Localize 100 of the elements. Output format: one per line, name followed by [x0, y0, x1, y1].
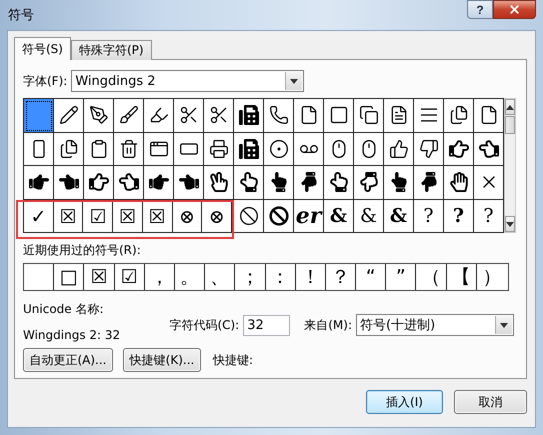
symbol-cell[interactable]: ☒	[113, 202, 143, 233]
symbol-cell[interactable]	[474, 166, 504, 200]
symbol-cell[interactable]	[264, 166, 294, 200]
symbol-cell[interactable]	[234, 200, 264, 233]
symbol-cell[interactable]	[324, 132, 354, 166]
recent-symbol-cell[interactable]: ！	[296, 264, 326, 290]
symbol-cell[interactable]	[264, 132, 294, 166]
symbol-cell[interactable]	[444, 166, 474, 200]
recent-symbol-cell[interactable]: （	[416, 264, 447, 290]
symbol-cell[interactable]	[234, 166, 264, 200]
recent-symbol-cell[interactable]: ；	[235, 264, 266, 290]
tab[interactable]: 符号(S)	[14, 37, 71, 60]
symbol-cell[interactable]	[294, 166, 324, 200]
symbol-cell[interactable]: ?	[414, 200, 444, 233]
thumbs-up-icon	[388, 138, 408, 159]
symbol-cell[interactable]	[144, 132, 174, 166]
symbol-cell[interactable]: ?	[444, 200, 474, 233]
symbol-glyph: ☒	[148, 205, 166, 228]
symbol-cell[interactable]	[84, 166, 114, 200]
recent-symbol-cell[interactable]: ”	[386, 264, 416, 290]
recent-symbol-cell[interactable]: “	[356, 264, 386, 290]
symbol-cell[interactable]: ☑	[83, 202, 114, 233]
symbol-cell[interactable]	[144, 166, 174, 200]
symbol-cell[interactable]	[84, 132, 114, 166]
recent-symbol-cell[interactable]: □	[54, 264, 84, 290]
symbol-cell[interactable]	[354, 166, 384, 200]
symbol-cell[interactable]	[384, 166, 414, 200]
symbol-cell[interactable]	[234, 99, 264, 132]
insert-button[interactable]: 插入(I)	[366, 390, 443, 414]
symbol-cell[interactable]	[24, 132, 54, 166]
symbol-cell[interactable]	[294, 99, 324, 132]
symbol-cell[interactable]	[474, 132, 504, 166]
recent-symbol-cell[interactable]: ☑	[114, 264, 145, 290]
symbol-cell[interactable]: ✓	[24, 202, 54, 233]
symbol-glyph: ，	[150, 265, 169, 290]
pen-icon	[88, 105, 108, 126]
action-button[interactable]: 自动更正(A)...	[23, 348, 113, 372]
symbol-cell[interactable]	[114, 99, 144, 132]
handset-icon	[268, 105, 288, 126]
recent-symbol-cell[interactable]: 。	[174, 264, 206, 290]
symbol-glyph: &	[390, 204, 408, 227]
symbol-cell[interactable]	[24, 166, 54, 200]
brush-icon	[118, 105, 138, 126]
recent-symbol-cell[interactable]: ：	[266, 264, 296, 290]
scroll-thumb[interactable]	[505, 116, 515, 134]
symbol-cell[interactable]: ?	[474, 200, 504, 233]
symbol-cell[interactable]	[204, 132, 234, 166]
symbol-cell[interactable]	[354, 132, 384, 166]
symbol-cell[interactable]: ☒	[142, 202, 173, 233]
symbol-cell[interactable]: &	[354, 200, 384, 233]
symbol-cell[interactable]	[384, 99, 414, 132]
symbol-cell[interactable]	[144, 99, 174, 132]
symbol-cell[interactable]: ☒	[54, 202, 84, 233]
symbol-cell[interactable]	[294, 132, 324, 166]
symbol-cell[interactable]	[444, 99, 474, 132]
symbol-cell[interactable]	[264, 200, 294, 233]
symbol-cell[interactable]	[54, 132, 84, 166]
symbol-cell[interactable]	[324, 166, 354, 200]
symbol-cell[interactable]	[414, 99, 444, 132]
prohibition-icon	[238, 206, 258, 226]
tab[interactable]: 特殊字符(P)	[70, 40, 152, 60]
symbol-cell[interactable]	[54, 166, 84, 200]
symbol-cell[interactable]: &	[324, 200, 354, 233]
symbol-cell[interactable]	[24, 99, 54, 132]
close-button[interactable]	[493, 0, 536, 19]
recent-symbol-cell[interactable]: ？	[326, 264, 356, 290]
symbol-cell[interactable]	[174, 166, 204, 200]
symbol-cell[interactable]	[204, 166, 234, 200]
symbol-cell[interactable]	[114, 166, 144, 200]
symbol-cell[interactable]	[444, 132, 474, 166]
symbol-cell[interactable]	[354, 99, 384, 132]
symbol-cell[interactable]	[54, 99, 84, 132]
symbol-cell[interactable]	[174, 99, 204, 132]
symbol-cell[interactable]	[234, 132, 264, 166]
symbol-cell[interactable]	[84, 99, 114, 132]
recent-symbol-cell[interactable]: ，	[144, 264, 175, 290]
scrollbar[interactable]	[504, 98, 516, 233]
symbol-cell[interactable]	[174, 132, 204, 166]
help-button[interactable]: ?	[467, 0, 493, 19]
recent-symbol-cell[interactable]: ）	[476, 264, 507, 290]
symbol-cell[interactable]	[414, 166, 444, 200]
symbol-cell[interactable]	[384, 132, 414, 166]
recent-symbol-cell[interactable]: 、	[205, 264, 236, 290]
symbol-cell[interactable]: ⊗	[172, 202, 202, 233]
symbol-cell[interactable]	[474, 99, 504, 132]
char-code-field[interactable]: 32	[243, 314, 290, 336]
symbol-cell[interactable]	[324, 99, 354, 132]
font-dropdown[interactable]: Wingdings 2	[71, 70, 304, 92]
symbol-cell[interactable]	[414, 132, 444, 166]
cancel-button[interactable]: 取消	[454, 390, 527, 414]
recent-symbol-cell[interactable]: ☒	[84, 264, 115, 290]
symbol-cell[interactable]: &	[384, 200, 414, 233]
action-button[interactable]: 快捷键(K)...	[123, 348, 201, 372]
symbol-cell[interactable]: ⊗	[202, 202, 232, 233]
symbol-cell[interactable]	[204, 99, 234, 132]
symbol-cell[interactable]	[114, 132, 144, 166]
symbol-cell[interactable]	[264, 99, 294, 132]
pointing-hand-icon	[178, 172, 198, 192]
recent-symbol-cell[interactable]: 【	[446, 264, 477, 290]
from-dropdown[interactable]: 符号(十进制)	[356, 314, 514, 336]
